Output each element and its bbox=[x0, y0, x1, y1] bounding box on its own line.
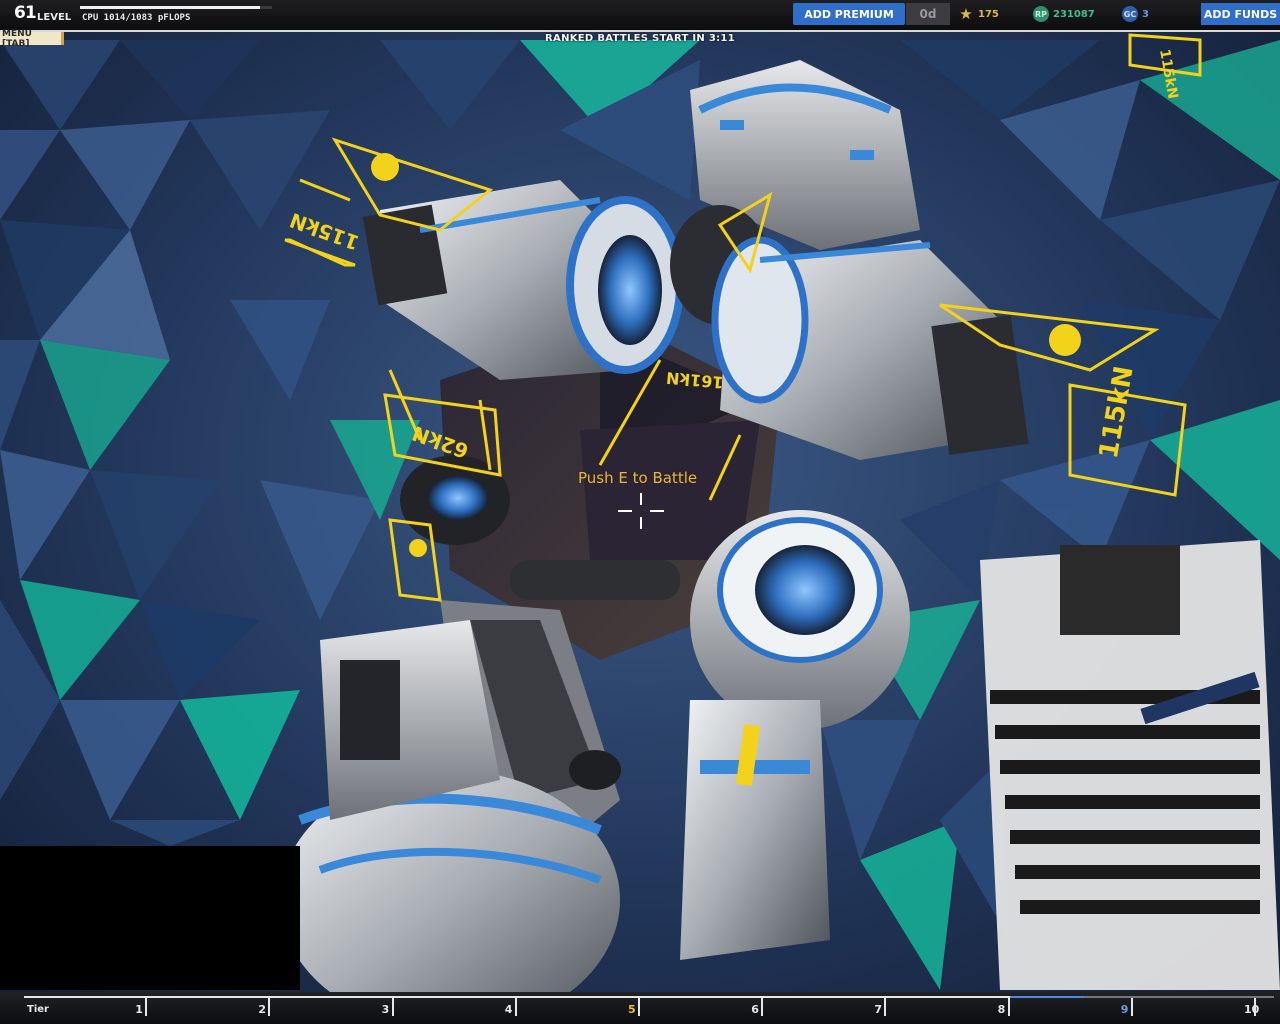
tier-fill bbox=[24, 996, 1010, 998]
tier-tick-label: 1 bbox=[135, 1003, 143, 1016]
ranked-battles-notice: RANKED BATTLES START IN 3:11 bbox=[545, 33, 735, 44]
tier-tick bbox=[145, 998, 148, 1016]
tier-tick bbox=[391, 998, 394, 1016]
star-icon: ★ bbox=[959, 5, 973, 23]
star-count: 175 bbox=[978, 8, 999, 20]
add-funds-button[interactable]: ADD FUNDS bbox=[1201, 3, 1280, 25]
tier-tick-label: 10 bbox=[1244, 1003, 1260, 1016]
galaxy-coin-currency: GC 3 bbox=[1122, 4, 1149, 24]
tier-current-segment bbox=[1009, 996, 1084, 998]
cpu-progress-fill bbox=[80, 6, 260, 9]
tier-tick bbox=[638, 998, 640, 1016]
level-label: LEVEL bbox=[37, 12, 72, 23]
star-currency: ★ 175 bbox=[958, 4, 999, 24]
level-number: 61 bbox=[14, 3, 37, 23]
tier-tick-label: 8 bbox=[997, 1003, 1006, 1016]
cpu-progress-bar bbox=[80, 6, 272, 9]
premium-days-remaining: 0d bbox=[906, 3, 950, 25]
add-premium-button[interactable]: ADD PREMIUM bbox=[793, 3, 905, 25]
tier-tick-label: 9 bbox=[1120, 1003, 1129, 1016]
tier-tick-label: 3 bbox=[381, 1003, 390, 1016]
top-hud-bar: 61 LEVEL CPU 1014/1083 pFLOPS ADD PREMIU… bbox=[0, 0, 1280, 32]
tier-tick-label: 7 bbox=[874, 1003, 883, 1016]
tier-tick bbox=[1130, 998, 1133, 1016]
tier-tick-label: 6 bbox=[751, 1003, 759, 1016]
galaxy-coin-count: 3 bbox=[1142, 8, 1149, 20]
right-grille-part bbox=[980, 540, 1280, 990]
battle-prompt: Push E to Battle bbox=[578, 469, 698, 487]
tier-tick bbox=[1007, 998, 1010, 1016]
robot-points-currency: RP 231087 bbox=[1033, 4, 1095, 24]
tier-tick bbox=[761, 998, 764, 1016]
tier-label: Tier bbox=[27, 1004, 49, 1015]
robot-points-count: 231087 bbox=[1053, 8, 1095, 20]
robot-points-icon: RP bbox=[1033, 6, 1049, 22]
tier-progress-bar: Tier 1 2 3 4 5 6 7 8 9 10 bbox=[0, 992, 1280, 1024]
tier-tick bbox=[514, 998, 517, 1016]
cpu-readout: CPU 1014/1083 pFLOPS bbox=[82, 13, 191, 23]
tier-tick-label: 5 bbox=[628, 1003, 636, 1016]
tier-tick bbox=[884, 998, 887, 1016]
minimap-placeholder bbox=[0, 846, 300, 990]
tier-tick-label: 4 bbox=[504, 1003, 513, 1016]
tier-tick-label: 2 bbox=[258, 1003, 267, 1016]
galaxy-coin-icon: GC bbox=[1122, 6, 1138, 22]
crosshair-icon bbox=[618, 493, 664, 529]
tier-tick bbox=[268, 998, 271, 1016]
